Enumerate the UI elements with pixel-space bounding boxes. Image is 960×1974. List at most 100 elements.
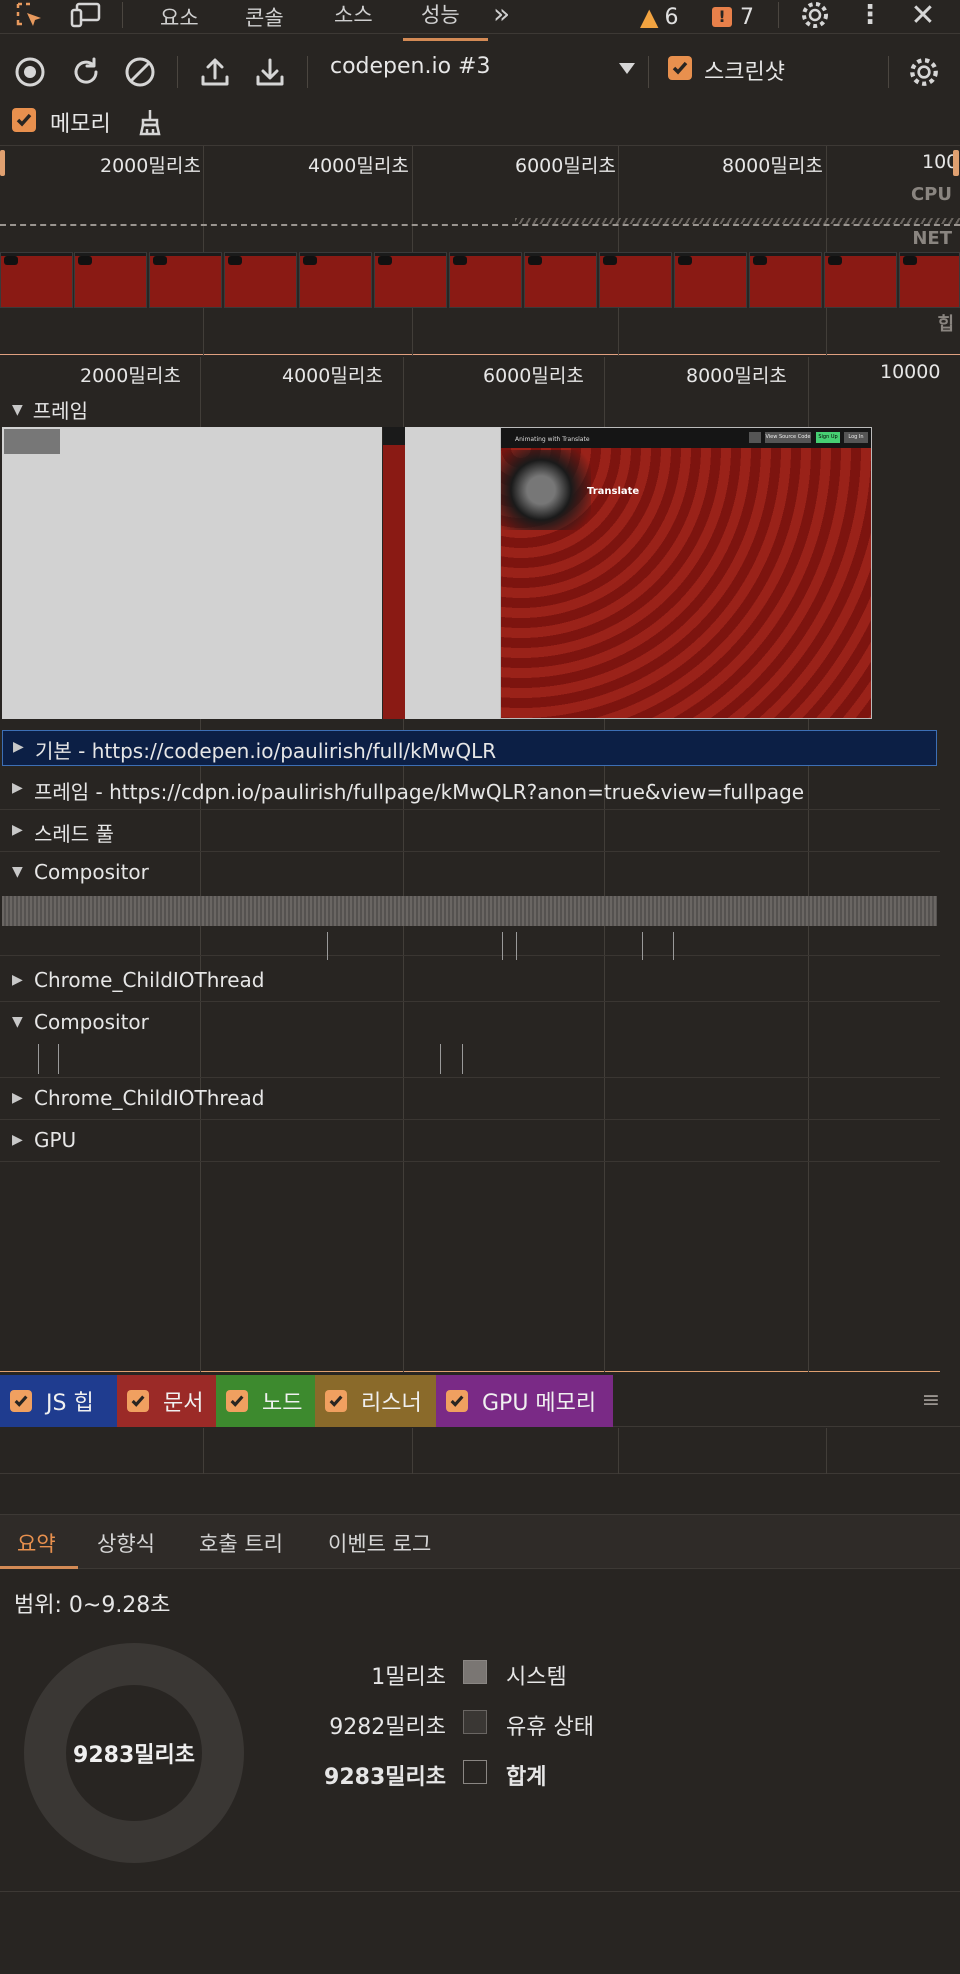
- frame-screenshot-preview[interactable]: Animating with Translate View Source Cod…: [500, 427, 872, 719]
- legend-js-heap[interactable]: JS 힙: [0, 1375, 117, 1427]
- errors-badge[interactable]: ! 7: [712, 0, 754, 34]
- expand-arrow-icon: ▶: [12, 1132, 23, 1148]
- track-frame-thread[interactable]: ▶ 프레임 - https://cdpn.io/paulirish/fullpa…: [0, 770, 940, 810]
- profile-select[interactable]: codepen.io #3: [330, 54, 491, 79]
- upload-profile-icon[interactable]: [197, 54, 233, 90]
- settings-gear-icon[interactable]: [797, 0, 833, 30]
- preview-heart-button: [749, 432, 761, 443]
- preview-caption: Translate: [587, 486, 640, 497]
- track-title: GPU: [34, 1128, 77, 1152]
- legend-checkbox[interactable]: [446, 1390, 468, 1412]
- screenshot-label: 스크린샷: [704, 60, 785, 85]
- legend-checkbox[interactable]: [10, 1390, 32, 1412]
- expand-arrow-icon: ▼: [12, 401, 23, 418]
- timeline-tick: 8000밀리초: [686, 365, 787, 387]
- track-title: 기본 - https://codepen.io/paulirish/full/k…: [35, 739, 497, 763]
- garbage-collect-broom-icon[interactable]: [132, 104, 168, 140]
- tab-summary[interactable]: 요약: [17, 1517, 56, 1569]
- filmstrip-thumb: [899, 252, 960, 308]
- warnings-badge[interactable]: ▲ 6: [640, 0, 678, 34]
- details-bottom-divider: [0, 1891, 960, 1892]
- track-title: Chrome_ChildIOThread: [34, 968, 265, 992]
- expand-arrow-icon: ▶: [13, 739, 24, 755]
- timeline-main[interactable]: 2000밀리초 4000밀리초 6000밀리초 8000밀리초 10000 ▼ …: [0, 357, 940, 1372]
- more-tabs-button[interactable]: »: [493, 0, 510, 30]
- frame-block-blank[interactable]: [2, 427, 382, 719]
- tab-elements[interactable]: 요소: [160, 0, 199, 34]
- capture-settings-gear-icon[interactable]: [906, 54, 942, 90]
- errors-count: 7: [740, 4, 754, 30]
- chevron-down-icon[interactable]: [619, 63, 635, 74]
- memory-legend: JS 힙 문서 노드 리스너 GPU 메모리 ≡: [0, 1373, 960, 1427]
- error-icon: !: [712, 7, 732, 27]
- summary-row-swatch: [463, 1710, 487, 1734]
- legend-nodes[interactable]: 노드: [216, 1375, 315, 1427]
- track-child-io-2[interactable]: ▶ Chrome_ChildIOThread: [0, 1078, 940, 1120]
- track-title: Compositor: [34, 860, 149, 884]
- filmstrip-thumb: [674, 252, 747, 308]
- warning-icon: ▲: [640, 3, 659, 31]
- frame-block-blank[interactable]: [405, 427, 500, 719]
- summary-row-value: 9282밀리초: [329, 1715, 446, 1740]
- record-icon[interactable]: [12, 54, 48, 90]
- legend-listeners[interactable]: 리스너: [315, 1375, 436, 1427]
- tab-bottom-up[interactable]: 상향식: [97, 1517, 155, 1569]
- legend-label: 리스너: [361, 1391, 422, 1416]
- timeline-tick: 10000: [880, 361, 940, 383]
- frames-track-header[interactable]: ▼ 프레임: [12, 395, 88, 424]
- memory-toolbar: 메모리: [0, 100, 960, 144]
- track-title: 스레드 풀: [34, 822, 114, 846]
- preview-login-button: Log In: [844, 432, 868, 443]
- track-gpu[interactable]: ▶ GPU: [0, 1120, 940, 1162]
- filmstrip-thumb: [824, 252, 897, 308]
- filmstrip-thumb: [299, 252, 372, 308]
- legend-checkbox[interactable]: [127, 1390, 149, 1412]
- tab-performance[interactable]: 성능: [421, 0, 460, 31]
- legend-checkbox[interactable]: [325, 1390, 347, 1412]
- more-options-icon[interactable]: ⋮: [855, 0, 885, 30]
- summary-donut-chart: 9283밀리초: [24, 1643, 244, 1863]
- expand-arrow-icon: ▶: [12, 1090, 23, 1106]
- track-title: Chrome_ChildIOThread: [34, 1086, 265, 1110]
- frame-block-thin[interactable]: [383, 427, 405, 719]
- memory-checkbox[interactable]: [12, 108, 36, 132]
- tab-call-tree[interactable]: 호출 트리: [199, 1517, 283, 1569]
- expand-arrow-icon: ▶: [12, 780, 23, 796]
- timeline-overview[interactable]: 2000밀리초 4000밀리초 6000밀리초 8000밀리초 100( CPU…: [0, 145, 960, 356]
- filmstrip-thumb: [374, 252, 447, 308]
- hamburger-menu-icon[interactable]: ≡: [918, 1387, 944, 1413]
- tab-event-log[interactable]: 이벤트 로그: [328, 1517, 431, 1569]
- filmstrip-thumb: [149, 252, 222, 308]
- filmstrip-thumb: [224, 252, 297, 308]
- track-compositor-2[interactable]: ▼ Compositor: [0, 1002, 940, 1078]
- clear-icon[interactable]: [122, 54, 158, 90]
- screenshot-filmstrip[interactable]: [0, 146, 960, 356]
- filmstrip-thumb: [524, 252, 597, 308]
- preview-laptop-image: [501, 450, 591, 530]
- summary-row-label: 유휴 상태: [506, 1715, 594, 1740]
- download-profile-icon[interactable]: [252, 54, 288, 90]
- reload-record-icon[interactable]: [68, 54, 104, 90]
- legend-documents[interactable]: 문서: [117, 1375, 216, 1427]
- expand-arrow-icon: ▶: [12, 972, 23, 988]
- screenshot-checkbox[interactable]: [668, 56, 692, 80]
- legend-gpu-memory[interactable]: GPU 메모리: [436, 1375, 613, 1427]
- tab-console[interactable]: 콘솔: [245, 0, 284, 34]
- device-toolbar-icon[interactable]: [68, 0, 104, 30]
- track-child-io-1[interactable]: ▶ Chrome_ChildIOThread: [0, 960, 940, 1002]
- summary-row-swatch: [463, 1760, 487, 1784]
- track-main-thread[interactable]: ▶ 기본 - https://codepen.io/paulirish/full…: [2, 730, 937, 766]
- expand-arrow-icon: ▼: [12, 1014, 23, 1030]
- summary-row-label: 시스템: [506, 1665, 567, 1690]
- close-icon[interactable]: ✕: [907, 0, 939, 33]
- track-compositor-1[interactable]: ▼ Compositor: [0, 852, 940, 960]
- memory-label: 메모리: [50, 112, 111, 137]
- donut-center-total: 9283밀리초: [73, 1743, 195, 1768]
- performance-toolbar: codepen.io #3 스크린샷: [0, 44, 960, 100]
- track-title: 프레임 - https://cdpn.io/paulirish/fullpage…: [34, 780, 805, 804]
- tab-sources[interactable]: 소스: [334, 0, 373, 31]
- legend-checkbox[interactable]: [226, 1390, 248, 1412]
- inspect-element-icon[interactable]: [12, 0, 48, 30]
- preview-signup-button: Sign Up: [816, 432, 840, 443]
- track-thread-pool[interactable]: ▶ 스레드 풀: [0, 810, 940, 852]
